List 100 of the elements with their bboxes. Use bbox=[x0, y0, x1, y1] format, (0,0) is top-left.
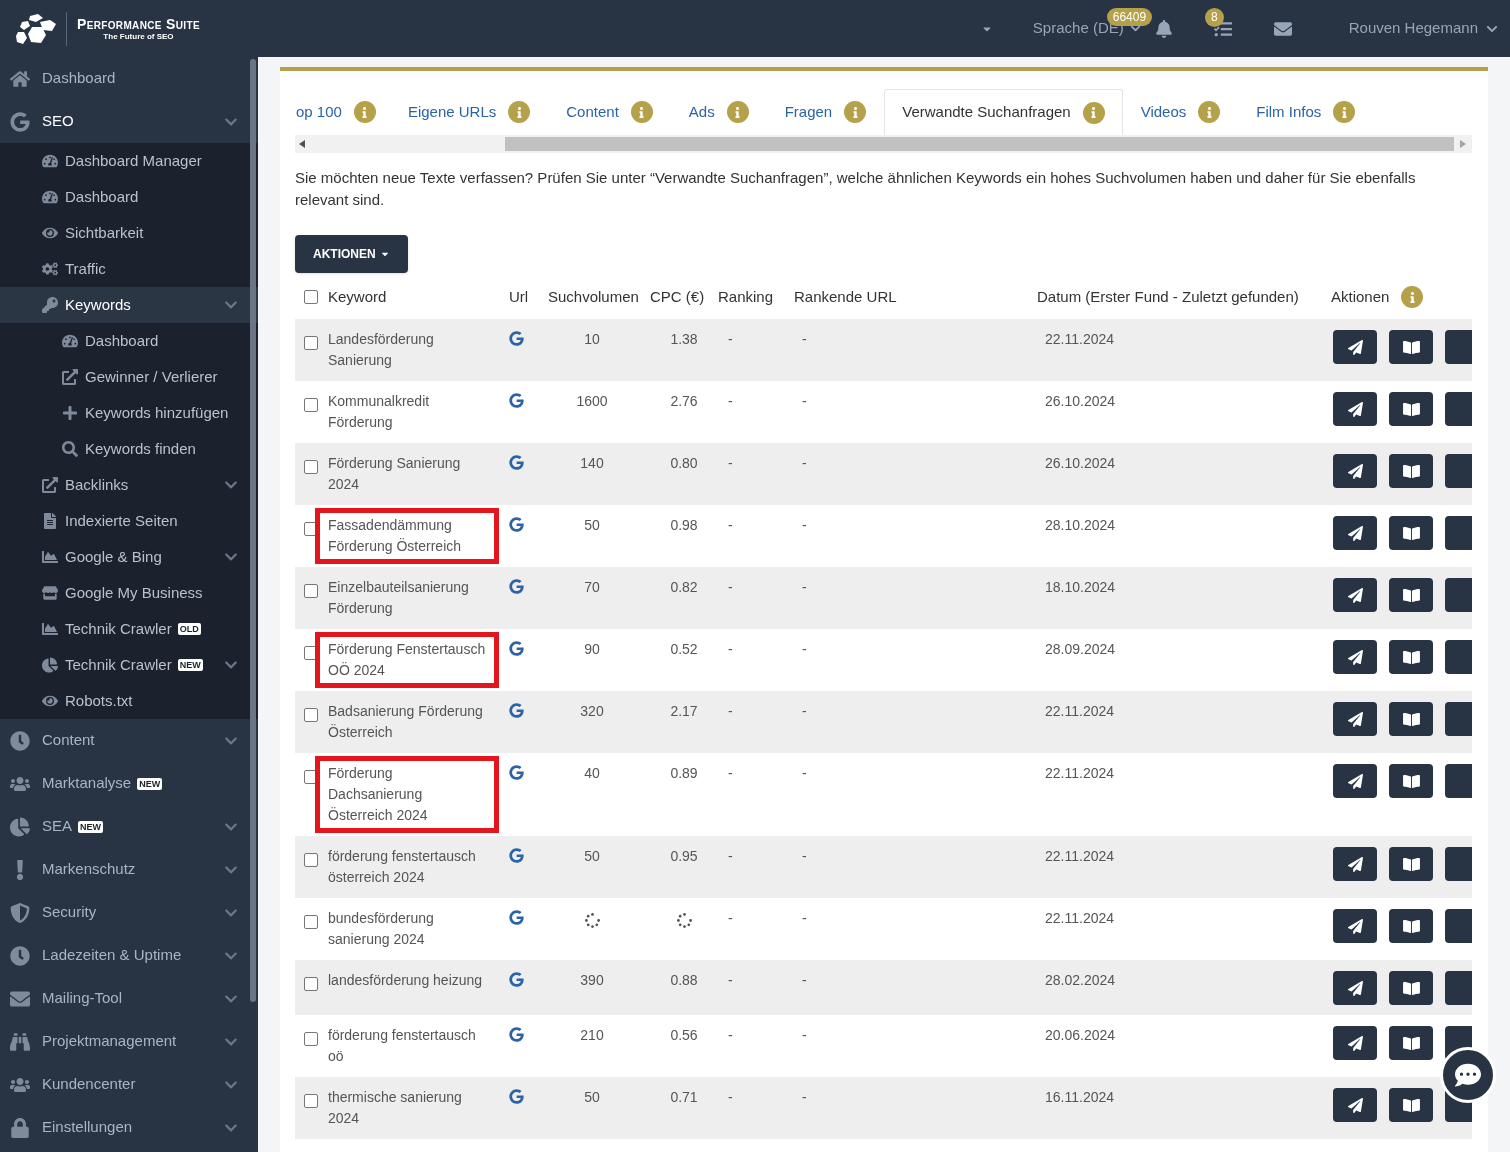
google-icon[interactable] bbox=[509, 703, 524, 718]
info-icon[interactable] bbox=[1198, 101, 1221, 123]
send-button[interactable] bbox=[1333, 909, 1377, 943]
checkbox[interactable] bbox=[304, 398, 318, 412]
send-button[interactable] bbox=[1333, 392, 1377, 426]
send-button[interactable] bbox=[1333, 516, 1377, 550]
book-button[interactable] bbox=[1389, 578, 1433, 612]
book-button[interactable] bbox=[1389, 764, 1433, 798]
send-button[interactable] bbox=[1333, 1026, 1377, 1060]
info-icon[interactable] bbox=[844, 101, 867, 123]
send-button[interactable] bbox=[1333, 454, 1377, 488]
sidebar-item[interactable]: Keywords hinzufügen bbox=[0, 395, 258, 431]
tab[interactable]: Verwandte Suchanfragen bbox=[884, 89, 1123, 135]
user-menu[interactable]: Rouven Hegemann bbox=[1348, 17, 1498, 40]
google-icon[interactable] bbox=[509, 910, 524, 925]
sidebar-item[interactable]: SEO bbox=[0, 100, 258, 143]
sidebar-item[interactable]: Google My Business bbox=[0, 575, 258, 611]
sidebar-item[interactable]: Kundencenter bbox=[0, 1063, 258, 1106]
book-button[interactable] bbox=[1389, 330, 1433, 364]
book-button[interactable] bbox=[1389, 847, 1433, 881]
send-button[interactable] bbox=[1333, 847, 1377, 881]
actions-dropdown-button[interactable]: AKTIONEN bbox=[295, 235, 408, 273]
sidebar-item[interactable]: Mailing-Tool bbox=[0, 977, 258, 1020]
info-icon[interactable] bbox=[1401, 286, 1424, 308]
sidebar-item[interactable]: Keywords finden bbox=[0, 431, 258, 467]
sidebar-item[interactable]: Projektmanagement bbox=[0, 1020, 258, 1063]
info-icon[interactable] bbox=[1082, 101, 1105, 124]
sidebar-item[interactable]: Einstellungen bbox=[0, 1106, 258, 1149]
google-icon[interactable] bbox=[509, 455, 524, 470]
send-button[interactable] bbox=[1333, 578, 1377, 612]
google-icon[interactable] bbox=[509, 331, 524, 346]
send-button[interactable] bbox=[1333, 971, 1377, 1005]
tab[interactable]: Ads bbox=[670, 89, 767, 135]
sidebar-item[interactable]: Keywords bbox=[0, 287, 258, 323]
envelope-icon[interactable] bbox=[1272, 19, 1293, 38]
book-button[interactable] bbox=[1389, 516, 1433, 550]
sidebar-item[interactable]: Technik Crawler OLD bbox=[0, 611, 258, 647]
send-button[interactable] bbox=[1333, 1088, 1377, 1122]
sidebar-item[interactable]: SEA NEW bbox=[0, 805, 258, 848]
sidebar-item[interactable]: Dashboard bbox=[0, 179, 258, 215]
info-icon[interactable] bbox=[353, 101, 376, 123]
sidebar-item[interactable]: Robots.txt bbox=[0, 683, 258, 719]
checkbox[interactable] bbox=[304, 290, 318, 304]
sidebar-item[interactable]: Ladezeiten & Uptime bbox=[0, 934, 258, 977]
book-button[interactable] bbox=[1389, 909, 1433, 943]
tab-scrollbar[interactable] bbox=[295, 135, 1472, 153]
send-button[interactable] bbox=[1333, 764, 1377, 798]
info-icon[interactable] bbox=[630, 101, 653, 123]
sidebar-item[interactable]: Marktanalyse NEW bbox=[0, 762, 258, 805]
scrollbar-thumb[interactable] bbox=[505, 137, 1454, 151]
info-icon[interactable] bbox=[508, 101, 531, 123]
google-icon[interactable] bbox=[509, 1027, 524, 1042]
info-icon[interactable] bbox=[726, 101, 749, 123]
sidebar-item[interactable]: Technik Crawler NEW bbox=[0, 647, 258, 683]
checkbox[interactable] bbox=[304, 977, 318, 991]
sidebar-item[interactable]: Traffic bbox=[0, 251, 258, 287]
info-icon[interactable] bbox=[1333, 101, 1356, 123]
sidebar-item[interactable]: Security bbox=[0, 891, 258, 934]
book-button[interactable] bbox=[1389, 702, 1433, 736]
checkbox[interactable] bbox=[304, 915, 318, 929]
sidebar-item[interactable]: Indexierte Seiten bbox=[0, 503, 258, 539]
sidebar-item[interactable]: Dashboard Manager bbox=[0, 143, 258, 179]
google-icon[interactable] bbox=[509, 848, 524, 863]
google-icon[interactable] bbox=[509, 765, 524, 780]
sidebar-item[interactable]: Google & Bing bbox=[0, 539, 258, 575]
book-button[interactable] bbox=[1389, 392, 1433, 426]
sidebar-item[interactable]: Markenschutz bbox=[0, 848, 258, 891]
book-button[interactable] bbox=[1389, 1026, 1433, 1060]
bell-icon[interactable] bbox=[1154, 19, 1173, 38]
tab[interactable]: Videos bbox=[1122, 89, 1239, 135]
send-button[interactable] bbox=[1333, 702, 1377, 736]
tab[interactable]: Content bbox=[548, 89, 671, 135]
checkbox[interactable] bbox=[304, 336, 318, 350]
sidebar-item[interactable]: Backlinks bbox=[0, 467, 258, 503]
checkbox[interactable] bbox=[304, 1094, 318, 1108]
checkbox[interactable] bbox=[304, 584, 318, 598]
send-button[interactable] bbox=[1333, 640, 1377, 674]
checkbox[interactable] bbox=[304, 460, 318, 474]
google-icon[interactable] bbox=[509, 517, 524, 532]
book-button[interactable] bbox=[1389, 1088, 1433, 1122]
sidebar-item[interactable]: Content bbox=[0, 719, 258, 762]
google-icon[interactable] bbox=[509, 579, 524, 594]
sidebar-item[interactable]: Gewinner / Verlierer bbox=[0, 359, 258, 395]
tab[interactable]: op 100 bbox=[295, 89, 407, 135]
sidebar-item[interactable]: Dashboard bbox=[0, 57, 258, 100]
tab[interactable]: Eigene URLs bbox=[406, 89, 549, 135]
google-icon[interactable] bbox=[509, 972, 524, 987]
tab[interactable]: Film Infos bbox=[1238, 89, 1374, 135]
send-button[interactable] bbox=[1333, 330, 1377, 364]
tab[interactable]: Fragen bbox=[766, 89, 885, 135]
google-icon[interactable] bbox=[509, 641, 524, 656]
checkbox[interactable] bbox=[304, 1032, 318, 1046]
sidebar-item[interactable]: Sichtbarkeit bbox=[0, 215, 258, 251]
book-button[interactable] bbox=[1389, 454, 1433, 488]
checkbox[interactable] bbox=[304, 853, 318, 867]
sidebar-item[interactable]: Dashboard bbox=[0, 323, 258, 359]
scroll-left-arrow-icon[interactable] bbox=[299, 140, 305, 148]
book-button[interactable] bbox=[1389, 640, 1433, 674]
book-button[interactable] bbox=[1389, 971, 1433, 1005]
sidebar-scrollbar[interactable] bbox=[250, 59, 256, 1002]
